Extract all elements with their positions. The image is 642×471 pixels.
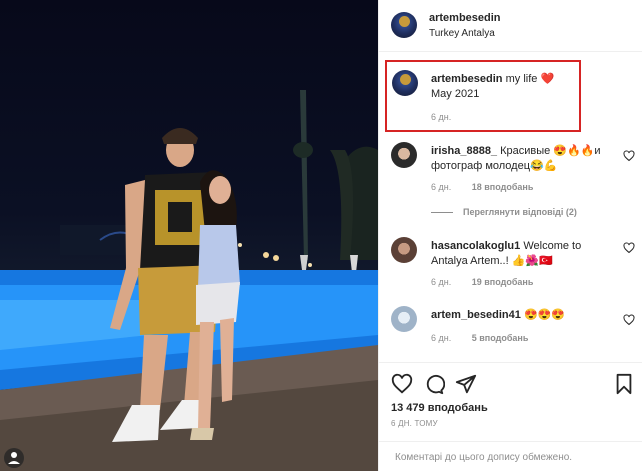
comment-bubble-icon[interactable] [423,373,445,395]
post-photo[interactable] [0,0,378,471]
photo-scene [0,90,378,471]
post-header: artembesedin Turkey Antalya [379,0,642,52]
likes-count[interactable]: 13 479 вподобань [391,402,488,414]
comment-meta: 6 дн. 18 вподобань [431,182,533,192]
comment-time[interactable]: 6 дн. [431,182,451,192]
commenter-avatar[interactable] [391,142,417,168]
post-location[interactable]: Turkey Antalya [429,28,495,39]
comment-like-heart-icon[interactable] [623,314,635,326]
author-username[interactable]: artembesedin [429,12,501,24]
commenter-avatar[interactable] [391,306,417,332]
comment-likes[interactable]: 18 вподобань [472,182,534,192]
comment-time[interactable]: 6 дн. [431,277,451,287]
comment-text: hasancolakoglu1 Welcome to Antalya Artem… [431,239,616,269]
comment-meta: 6 дн. 19 вподобань [431,277,533,287]
comment-likes[interactable]: 5 вподобань [472,333,529,343]
save-bookmark-icon[interactable] [613,373,635,395]
comment-text: artem_besedin41 😍😍😍 [431,308,616,323]
share-send-icon[interactable] [455,373,477,395]
heart-emoji: ❤️ [540,73,555,85]
caption-username[interactable]: artembesedin [431,73,503,85]
caption-line2: May 2021 [431,88,480,100]
commenter-avatar[interactable] [391,237,417,263]
comment-likes[interactable]: 19 вподобань [472,277,534,287]
comment-meta: 6 дн. 5 вподобань [431,333,528,343]
comment-body: 😍😍😍 [523,309,566,321]
post-side-panel: artembesedin Turkey Antalya artembesedin… [378,0,642,471]
caption-avatar[interactable] [392,70,418,96]
caption-time[interactable]: 6 дн. [431,112,451,122]
author-avatar[interactable] [391,12,417,38]
post-actions [379,362,642,402]
comment-text: irisha_8888_ Красивые 😍🔥🔥и фотограф моло… [431,144,616,174]
replies-divider [431,212,453,214]
caption-highlight: artembesedin my life ❤️ May 2021 6 дн. [385,60,581,132]
comments-footer: Коментарі до цього допису обмежено. [379,441,642,471]
comment-time[interactable]: 6 дн. [431,333,451,343]
comment-like-heart-icon[interactable] [623,150,635,162]
comment-username[interactable]: irisha_8888_ [431,145,497,157]
comment-username[interactable]: artem_besedin41 [431,309,521,321]
view-replies[interactable]: Переглянути відповіді (2) [431,207,577,217]
like-heart-icon[interactable] [391,373,413,395]
view-replies-label[interactable]: Переглянути відповіді (2) [463,207,577,217]
caption-body: my life [505,73,538,85]
comments-closed-notice: Коментарі до цього допису обмежено. [395,452,573,463]
caption-text: artembesedin my life ❤️ May 2021 [431,72,576,102]
comment-like-heart-icon[interactable] [623,242,635,254]
post-time-ago[interactable]: 6 ДН. ТОМУ [391,419,438,428]
comment-username[interactable]: hasancolakoglu1 [431,240,520,252]
